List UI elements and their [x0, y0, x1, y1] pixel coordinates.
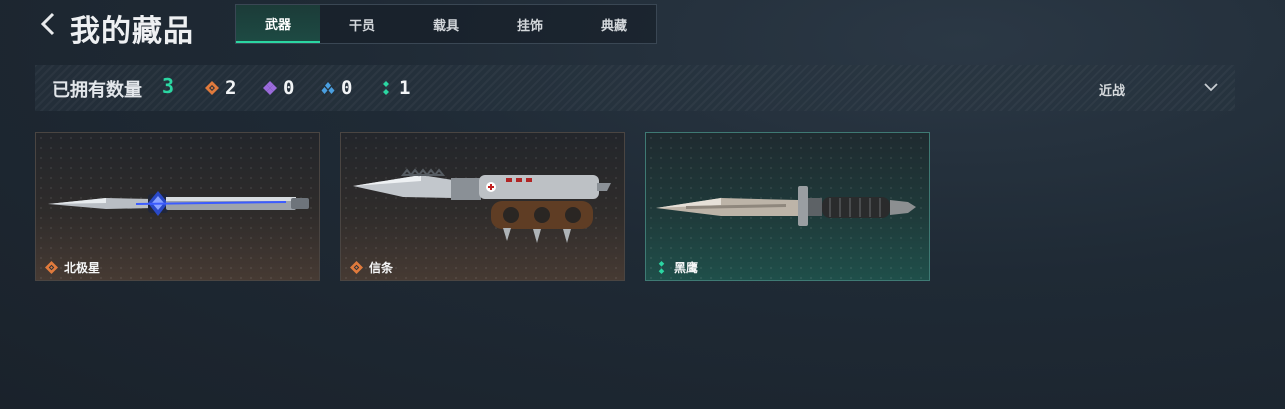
tab-charms[interactable]: 挂饰	[488, 5, 572, 43]
item-name-row: 信条	[350, 259, 393, 276]
rarity-count-orange: 2	[225, 77, 237, 99]
rarity-filter-blue[interactable]: 0	[321, 77, 352, 99]
chevron-left-icon	[40, 12, 55, 36]
diamond-green-icon	[383, 81, 389, 95]
header: 我的藏品 武器 干员 载具 挂饰 典藏	[0, 0, 1285, 49]
tab-collection[interactable]: 典藏	[572, 5, 656, 43]
category-dropdown[interactable]: 近战	[1099, 77, 1219, 99]
back-button[interactable]	[36, 9, 60, 39]
diamond-orange-icon	[205, 81, 219, 95]
item-name: 信条	[369, 261, 394, 275]
tab-operators[interactable]: 干员	[320, 5, 404, 43]
combat-knife-icon	[656, 186, 916, 226]
page-title: 我的藏品	[70, 14, 194, 49]
tab-bar: 武器 干员 载具 挂饰 典藏	[235, 4, 657, 44]
tab-vehicles[interactable]: 载具	[404, 5, 488, 43]
diamond-green-icon	[658, 261, 665, 274]
item-name-row: 黑鹰	[655, 259, 698, 276]
knuckle-knife-icon	[353, 168, 611, 243]
item-card[interactable]: 北极星	[35, 132, 320, 281]
owned-count-value: 3	[162, 74, 175, 98]
item-name: 北极星	[64, 261, 101, 275]
diamond-purple-icon	[263, 81, 277, 95]
tab-weapons[interactable]: 武器	[236, 5, 320, 43]
rarity-filter-purple[interactable]: 0	[263, 77, 294, 99]
chevron-down-icon	[1204, 83, 1218, 92]
rarity-count-purple: 0	[283, 77, 295, 99]
item-name: 黑鹰	[674, 261, 699, 275]
category-dropdown-value: 近战	[1099, 84, 1126, 99]
diamond-orange-icon	[45, 261, 58, 274]
item-card-selected[interactable]: 黑鹰	[645, 132, 930, 281]
owned-count-label: 已拥有数量	[52, 80, 142, 101]
rarity-filter-orange[interactable]: 2	[205, 77, 236, 99]
filter-bar: 已拥有数量 3 2 0 0 1 近战	[35, 65, 1235, 111]
rarity-count-green: 1	[399, 77, 411, 99]
item-name-row: 北极星	[45, 259, 100, 276]
diamond-blue-icon	[321, 82, 335, 94]
rarity-filter-green[interactable]: 1	[379, 77, 410, 99]
dagger-icon	[48, 191, 309, 216]
diamond-orange-icon	[350, 261, 363, 274]
rarity-count-blue: 0	[341, 77, 353, 99]
item-card[interactable]: 信条	[340, 132, 625, 281]
